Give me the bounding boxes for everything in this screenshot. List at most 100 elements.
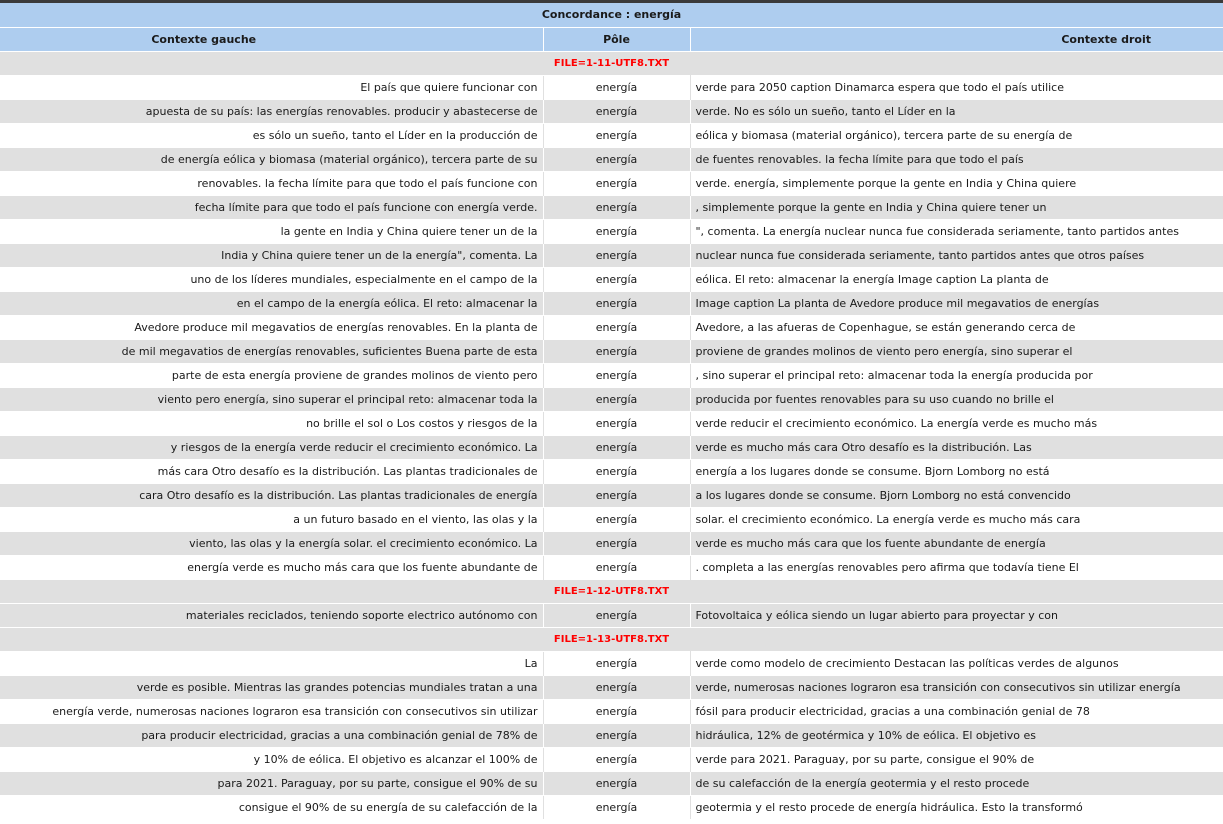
left-context-cell: materiales reciclados, teniendo soporte … xyxy=(0,602,543,627)
pole-cell: energía xyxy=(542,530,691,555)
pole-cell: energía xyxy=(542,338,691,363)
concordance-row: viento pero energía, sino superar el pri… xyxy=(0,386,1223,411)
pole-cell: energía xyxy=(542,770,691,795)
left-context-cell: energía verde, numerosas naciones lograr… xyxy=(0,698,543,723)
right-context-cell: hidráulica, 12% de geotérmica y 10% de e… xyxy=(690,722,1223,747)
pole-cell: energía xyxy=(542,650,691,675)
right-context-cell: energía a los lugares donde se consume. … xyxy=(690,458,1223,483)
pole-cell: energía xyxy=(542,314,691,339)
right-context-cell: geotermia y el resto procede de energía … xyxy=(690,794,1223,819)
concordance-row: de energía eólica y biomasa (material or… xyxy=(0,146,1223,171)
left-context-cell: renovables. la fecha límite para que tod… xyxy=(0,170,543,195)
pole-cell: energía xyxy=(542,722,691,747)
pole-cell: energía xyxy=(542,434,691,459)
right-context-cell: ", comenta. La energía nuclear nunca fue… xyxy=(690,218,1223,243)
concordance-row: consigue el 90% de su energía de su cale… xyxy=(0,794,1223,819)
right-context-cell: verde es mucho más cara que los fuente a… xyxy=(690,530,1223,555)
left-context-cell: apuesta de su país: las energías renovab… xyxy=(0,98,543,123)
right-context-cell: verde. No es sólo un sueño, tanto el Líd… xyxy=(690,98,1223,123)
concordance-table: Concordance : energía Contexte gauche Pô… xyxy=(0,3,1223,819)
column-header-right-context[interactable]: Contexte droit xyxy=(690,27,1223,51)
file-separator-row: FILE=1-13-UTF8.TXT xyxy=(0,626,1223,651)
concordance-row: para producir electricidad, gracias a un… xyxy=(0,722,1223,747)
concordance-row: energía verde, numerosas naciones lograr… xyxy=(0,698,1223,723)
pole-cell: energía xyxy=(542,242,691,267)
left-context-cell: uno de los líderes mundiales, especialme… xyxy=(0,266,543,291)
left-context-cell: en el campo de la energía eólica. El ret… xyxy=(0,290,543,315)
header-row: Contexte gauche Pôle Contexte droit xyxy=(0,27,1223,51)
pole-cell: energía xyxy=(542,266,691,291)
concordance-row: en el campo de la energía eólica. El ret… xyxy=(0,290,1223,315)
pole-cell: energía xyxy=(542,170,691,195)
right-context-cell: producida por fuentes renovables para su… xyxy=(690,386,1223,411)
concordance-row: energía verde es mucho más cara que los … xyxy=(0,554,1223,579)
pole-cell: energía xyxy=(542,554,691,579)
left-context-cell: de mil megavatios de energías renovables… xyxy=(0,338,543,363)
left-context-cell: más cara Otro desafío es la distribución… xyxy=(0,458,543,483)
concordance-row: cara Otro desafío es la distribución. La… xyxy=(0,482,1223,507)
concordance-row: y riesgos de la energía verde reducir el… xyxy=(0,434,1223,459)
right-context-cell: Image caption La planta de Avedore produ… xyxy=(690,290,1223,315)
right-context-cell: Fotovoltaica y eólica siendo un lugar ab… xyxy=(690,602,1223,627)
concordance-row: materiales reciclados, teniendo soporte … xyxy=(0,602,1223,627)
right-context-cell: . completa a las energías renovables per… xyxy=(690,554,1223,579)
concordance-row: parte de esta energía proviene de grande… xyxy=(0,362,1223,387)
file-separator-row: FILE=1-11-UTF8.TXT xyxy=(0,50,1223,75)
right-context-cell: , sino superar el principal reto: almace… xyxy=(690,362,1223,387)
concordance-row: El país que quiere funcionar con energía v… xyxy=(0,74,1223,99)
right-context-cell: a los lugares donde se consume. Bjorn Lo… xyxy=(690,482,1223,507)
column-header-left-context[interactable]: Contexte gauche xyxy=(0,27,544,51)
right-context-cell: verde para 2021. Paraguay, por su parte,… xyxy=(690,746,1223,771)
pole-cell: energía xyxy=(542,410,691,435)
file-label: FILE=1-11-UTF8.TXT xyxy=(0,50,1223,75)
concordance-row: no brille el sol o Los costos y riesgos … xyxy=(0,410,1223,435)
title-row: Concordance : energía xyxy=(0,3,1223,28)
concordance-row: India y China quiere tener un de la ener… xyxy=(0,242,1223,267)
left-context-cell: energía verde es mucho más cara que los … xyxy=(0,554,543,579)
right-context-cell: eólica. El reto: almacenar la energía Im… xyxy=(690,266,1223,291)
left-context-cell: El país que quiere funcionar con xyxy=(0,74,543,99)
left-context-cell: para 2021. Paraguay, por su parte, consi… xyxy=(0,770,543,795)
left-context-cell: parte de esta energía proviene de grande… xyxy=(0,362,543,387)
pole-cell: energía xyxy=(542,218,691,243)
left-context-cell: viento, las olas y la energía solar. el … xyxy=(0,530,543,555)
pole-cell: energía xyxy=(542,362,691,387)
left-context-cell: la gente en India y China quiere tener u… xyxy=(0,218,543,243)
pole-cell: energía xyxy=(542,146,691,171)
pole-cell: energía xyxy=(542,98,691,123)
concordance-row: verde es posible. Mientras las grandes p… xyxy=(0,674,1223,699)
concordance-row: más cara Otro desafío es la distribución… xyxy=(0,458,1223,483)
concordance-row: La energía verde como modelo de crecimient… xyxy=(0,650,1223,675)
left-context-cell: y 10% de eólica. El objetivo es alcanzar… xyxy=(0,746,543,771)
pole-cell: energía xyxy=(542,794,691,819)
left-context-cell: viento pero energía, sino superar el pri… xyxy=(0,386,543,411)
pole-cell: energía xyxy=(542,698,691,723)
pole-cell: energía xyxy=(542,194,691,219)
right-context-cell: verde, numerosas naciones lograron esa t… xyxy=(690,674,1223,699)
right-context-cell: solar. el crecimiento económico. La ener… xyxy=(690,506,1223,531)
right-context-cell: nuclear nunca fue considerada seriamente… xyxy=(690,242,1223,267)
file-label: FILE=1-13-UTF8.TXT xyxy=(0,626,1223,651)
concordance-title: Concordance : energía xyxy=(0,3,1223,28)
concordance-body: FILE=1-11-UTF8.TXT El país que quiere fun… xyxy=(0,50,1223,819)
left-context-cell: India y China quiere tener un de la ener… xyxy=(0,242,543,267)
left-context-cell: Avedore produce mil megavatios de energí… xyxy=(0,314,543,339)
left-context-cell: La xyxy=(0,650,543,675)
concordance-row: Avedore produce mil megavatios de energí… xyxy=(0,314,1223,339)
right-context-cell: verde para 2050 caption Dinamarca espera… xyxy=(690,74,1223,99)
left-context-cell: para producir electricidad, gracias a un… xyxy=(0,722,543,747)
right-context-cell: Avedore, a las afueras de Copenhague, se… xyxy=(690,314,1223,339)
right-context-cell: eólica y biomasa (material orgánico), te… xyxy=(690,122,1223,147)
pole-cell: energía xyxy=(542,386,691,411)
left-context-cell: consigue el 90% de su energía de su cale… xyxy=(0,794,543,819)
right-context-cell: verde. energía, simplemente porque la ge… xyxy=(690,170,1223,195)
right-context-cell: proviene de grandes molinos de viento pe… xyxy=(690,338,1223,363)
left-context-cell: de energía eólica y biomasa (material or… xyxy=(0,146,543,171)
right-context-cell: fósil para producir electricidad, gracia… xyxy=(690,698,1223,723)
pole-cell: energía xyxy=(542,674,691,699)
pole-cell: energía xyxy=(542,458,691,483)
pole-cell: energía xyxy=(542,602,691,627)
column-header-pole[interactable]: Pôle xyxy=(543,27,691,51)
right-context-cell: de fuentes renovables. la fecha límite p… xyxy=(690,146,1223,171)
left-context-cell: a un futuro basado en el viento, las ola… xyxy=(0,506,543,531)
